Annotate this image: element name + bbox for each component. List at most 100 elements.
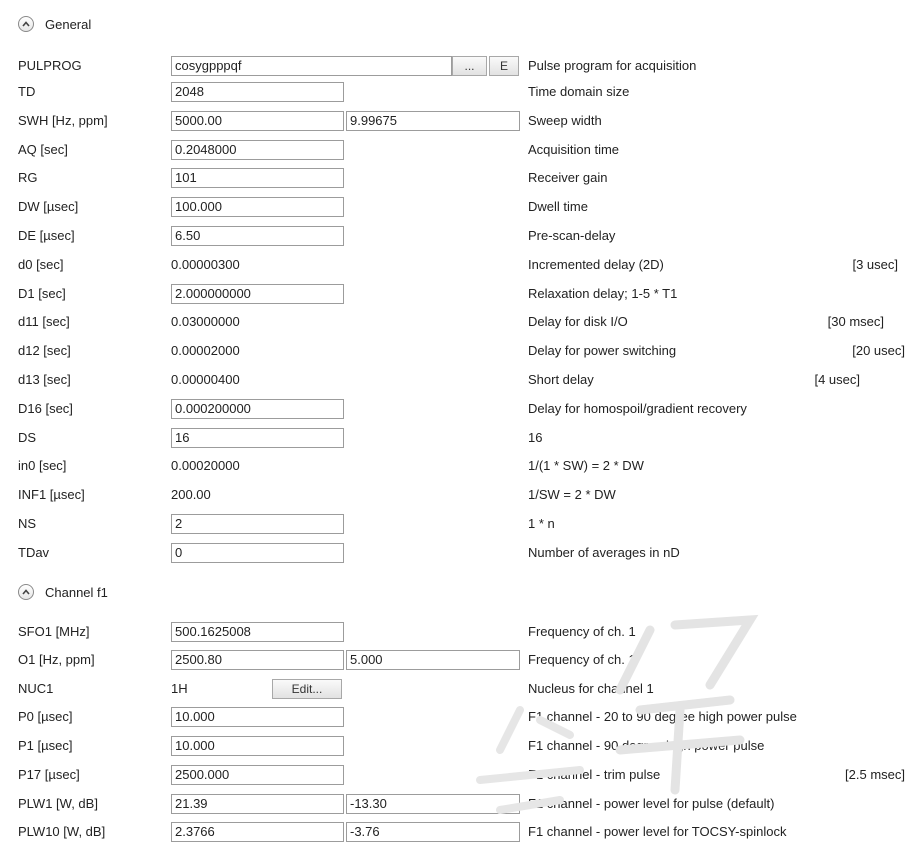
param-label: SFO1 [MHz] xyxy=(18,624,90,639)
param-row-p1: P1 [µsec] 10.000 F1 channel - 90 degree … xyxy=(0,734,908,758)
o1-ppm-input[interactable]: 5.000 xyxy=(346,650,520,670)
param-row-d13: d13 [sec] 0.00000400 Short delay [4 usec… xyxy=(0,368,908,392)
d1-input[interactable]: 2.000000000 xyxy=(171,284,344,304)
param-label: DS xyxy=(18,430,37,445)
param-label: PLW10 [W, dB] xyxy=(18,824,106,839)
collapse-icon[interactable] xyxy=(18,584,34,600)
p17-input[interactable]: 2500.000 xyxy=(171,765,344,785)
param-value: 0.00002000 xyxy=(171,343,240,358)
param-description: Acquisition time xyxy=(528,142,620,157)
param-unit-hint: [2.5 msec] xyxy=(845,767,905,782)
param-row-d16: D16 [sec] 0.000200000 Delay for homospoi… xyxy=(0,397,908,421)
param-row-o1: O1 [Hz, ppm] 2500.80 5.000 Frequency of … xyxy=(0,648,908,672)
swh-hz-input[interactable]: 5000.00 xyxy=(171,111,344,131)
param-row-sfo1: SFO1 [MHz] 500.1625008 Frequency of ch. … xyxy=(0,620,908,644)
browse-button[interactable]: ... xyxy=(452,56,487,76)
section-general-header[interactable]: General xyxy=(18,12,91,36)
aq-input[interactable]: 0.2048000 xyxy=(171,140,344,160)
param-label: d12 [sec] xyxy=(18,343,71,358)
param-value: 1H xyxy=(171,681,188,696)
swh-ppm-input[interactable]: 9.99675 xyxy=(346,111,520,131)
param-row-d11: d11 [sec] 0.03000000 Delay for disk I/O … xyxy=(0,310,908,334)
param-label: INF1 [µsec] xyxy=(18,487,85,502)
param-label: d0 [sec] xyxy=(18,257,64,272)
param-label: d13 [sec] xyxy=(18,372,71,387)
param-description: F1 channel - power level for pulse (defa… xyxy=(528,796,775,811)
param-unit-hint: [30 msec] xyxy=(827,314,884,329)
param-description: Pulse program for acquisition xyxy=(528,58,697,73)
o1-hz-input[interactable]: 2500.80 xyxy=(171,650,344,670)
param-label: PLW1 [W, dB] xyxy=(18,796,98,811)
param-value: 0.00020000 xyxy=(171,458,240,473)
ds-input[interactable]: 16 xyxy=(171,428,344,448)
param-row-pulprog: PULPROG cosygpppqf ... E Pulse program f… xyxy=(0,54,908,78)
param-row-de: DE [µsec] 6.50 Pre-scan-delay xyxy=(0,224,908,248)
param-row-d0: d0 [sec] 0.00000300 Incremented delay (2… xyxy=(0,253,908,277)
param-row-plw1: PLW1 [W, dB] 21.39 -13.30 F1 channel - p… xyxy=(0,792,908,816)
param-description: Time domain size xyxy=(528,84,630,99)
plw1-db-input[interactable]: -13.30 xyxy=(346,794,520,814)
param-unit-hint: [4 usec] xyxy=(814,372,860,387)
param-description: Pre-scan-delay xyxy=(528,228,616,243)
param-value: 0.00000300 xyxy=(171,257,240,272)
param-row-tdav: TDav 0 Number of averages in nD xyxy=(0,541,908,565)
edit-pulprog-button[interactable]: E xyxy=(489,56,519,76)
param-description: 1/SW = 2 * DW xyxy=(528,487,616,502)
pulprog-input[interactable]: cosygpppqf xyxy=(171,56,452,76)
plw1-watt-input[interactable]: 21.39 xyxy=(171,794,344,814)
param-label: NUC1 xyxy=(18,681,54,696)
param-description: F1 channel - 20 to 90 degree high power … xyxy=(528,709,797,724)
plw10-db-input[interactable]: -3.76 xyxy=(346,822,520,842)
param-label: SWH [Hz, ppm] xyxy=(18,113,108,128)
param-label: DE [µsec] xyxy=(18,228,75,243)
collapse-icon[interactable] xyxy=(18,16,34,32)
param-description: Dwell time xyxy=(528,199,588,214)
param-row-in0: in0 [sec] 0.00020000 1/(1 * SW) = 2 * DW xyxy=(0,454,908,478)
param-row-rg: RG 101 Receiver gain xyxy=(0,166,908,190)
d16-input[interactable]: 0.000200000 xyxy=(171,399,344,419)
param-unit-hint: [20 usec] xyxy=(852,343,905,358)
param-unit-hint: [3 usec] xyxy=(852,257,898,272)
param-label: P0 [µsec] xyxy=(18,709,73,724)
param-value: 200.00 xyxy=(171,487,211,502)
dw-input[interactable]: 100.000 xyxy=(171,197,344,217)
param-row-plw10: PLW10 [W, dB] 2.3766 -3.76 F1 channel - … xyxy=(0,820,908,844)
param-row-nuc1: NUC1 1H Edit... Nucleus for channel 1 xyxy=(0,677,908,701)
param-row-p17: P17 [µsec] 2500.000 F1 channel - trim pu… xyxy=(0,763,908,787)
ns-input[interactable]: 2 xyxy=(171,514,344,534)
p0-input[interactable]: 10.000 xyxy=(171,707,344,727)
de-input[interactable]: 6.50 xyxy=(171,226,344,246)
sfo1-input[interactable]: 500.1625008 xyxy=(171,622,344,642)
param-row-d12: d12 [sec] 0.00002000 Delay for power swi… xyxy=(0,339,908,363)
param-description: Frequency of ch. 1 xyxy=(528,652,636,667)
param-label: TD xyxy=(18,84,36,99)
rg-input[interactable]: 101 xyxy=(171,168,344,188)
p1-input[interactable]: 10.000 xyxy=(171,736,344,756)
param-description: 1 * n xyxy=(528,516,555,531)
param-row-inf1: INF1 [µsec] 200.00 1/SW = 2 * DW xyxy=(0,483,908,507)
section-title: General xyxy=(45,16,92,32)
param-label: D16 [sec] xyxy=(18,401,73,416)
param-label: TDav xyxy=(18,545,50,560)
param-label: PULPROG xyxy=(18,58,82,73)
edit-nucleus-button[interactable]: Edit... xyxy=(272,679,342,699)
param-label: d11 [sec] xyxy=(18,314,70,329)
param-description: Delay for power switching xyxy=(528,343,677,358)
param-description: F1 channel - 90 degree high power pulse xyxy=(528,738,765,753)
plw10-watt-input[interactable]: 2.3766 xyxy=(171,822,344,842)
param-value: 0.03000000 xyxy=(171,314,240,329)
param-description: Relaxation delay; 1-5 * T1 xyxy=(528,286,678,301)
section-channel-f1-header[interactable]: Channel f1 xyxy=(18,580,108,604)
param-description: F1 channel - trim pulse xyxy=(528,767,661,782)
param-row-ds: DS 16 16 xyxy=(0,426,908,450)
param-label: in0 [sec] xyxy=(18,458,67,473)
td-input[interactable]: 2048 xyxy=(171,82,344,102)
param-row-p0: P0 [µsec] 10.000 F1 channel - 20 to 90 d… xyxy=(0,705,908,729)
param-description: Nucleus for channel 1 xyxy=(528,681,654,696)
param-value: 0.00000400 xyxy=(171,372,240,387)
tdav-input[interactable]: 0 xyxy=(171,543,344,563)
param-description: Frequency of ch. 1 xyxy=(528,624,636,639)
param-row-td: TD 2048 Time domain size xyxy=(0,80,908,104)
param-label: AQ [sec] xyxy=(18,142,68,157)
section-title: Channel f1 xyxy=(45,584,108,600)
